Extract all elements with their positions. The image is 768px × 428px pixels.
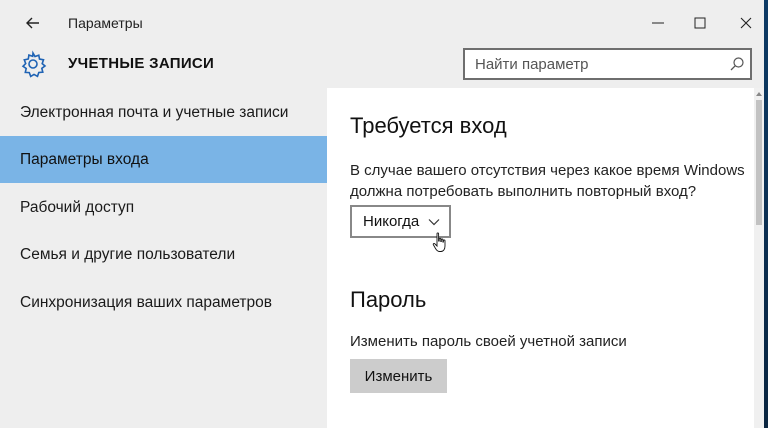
- search-input[interactable]: Найти параметр: [463, 48, 752, 80]
- scroll-up-arrow-icon[interactable]: [754, 88, 764, 100]
- hand-cursor-icon: [432, 232, 446, 252]
- back-arrow-icon[interactable]: [23, 13, 43, 33]
- close-icon[interactable]: [736, 13, 756, 33]
- sidebar-item-label: Рабочий доступ: [20, 199, 135, 216]
- page-header: УЧЕТНЫЕ ЗАПИСИ Найти параметр: [0, 46, 764, 88]
- sidebar-item-email-accounts[interactable]: Электронная почта и учетные записи: [0, 89, 327, 136]
- gear-icon: [21, 50, 47, 78]
- settings-window: Параметры УЧЕТНЫЕ ЗАПИСИ Найти параметр: [0, 0, 764, 428]
- sidebar-item-label: Синхронизация ваших параметров: [20, 294, 273, 311]
- search-placeholder: Найти параметр: [475, 56, 589, 73]
- sidebar-item-label: Параметры входа: [20, 151, 149, 168]
- sidebar-item-label: Семья и другие пользователи: [20, 246, 236, 263]
- sidebar-item-work-access[interactable]: Рабочий доступ: [0, 184, 327, 231]
- require-signin-heading: Требуется вход: [350, 113, 507, 138]
- page-title: УЧЕТНЫЕ ЗАПИСИ: [68, 55, 215, 72]
- require-signin-description: В случае вашего отсутствия через какое в…: [350, 162, 745, 200]
- sidebar: Электронная почта и учетные записи Парам…: [0, 88, 327, 428]
- scrollbar[interactable]: [754, 88, 764, 428]
- search-icon[interactable]: [729, 56, 745, 72]
- window-title: Параметры: [68, 15, 143, 31]
- change-password-button[interactable]: Изменить: [350, 359, 447, 393]
- main-content: Требуется вход В случае вашего отсутстви…: [327, 88, 754, 428]
- password-heading: Пароль: [350, 287, 427, 312]
- desktop-background: [764, 0, 768, 428]
- dropdown-value: Никогда: [363, 213, 420, 230]
- sidebar-item-label: Электронная почта и учетные записи: [20, 104, 289, 121]
- password-description: Изменить пароль своей учетной записи: [350, 333, 627, 350]
- minimize-icon[interactable]: [648, 13, 668, 33]
- maximize-icon[interactable]: [690, 13, 710, 33]
- title-bar: Параметры: [0, 0, 764, 46]
- chevron-down-icon: [428, 219, 440, 226]
- sidebar-item-sign-in-options[interactable]: Параметры входа: [0, 136, 327, 183]
- sidebar-item-sync-settings[interactable]: Синхронизация ваших параметров: [0, 279, 327, 326]
- sidebar-item-family-users[interactable]: Семья и другие пользователи: [0, 231, 327, 278]
- scrollbar-thumb[interactable]: [756, 100, 762, 225]
